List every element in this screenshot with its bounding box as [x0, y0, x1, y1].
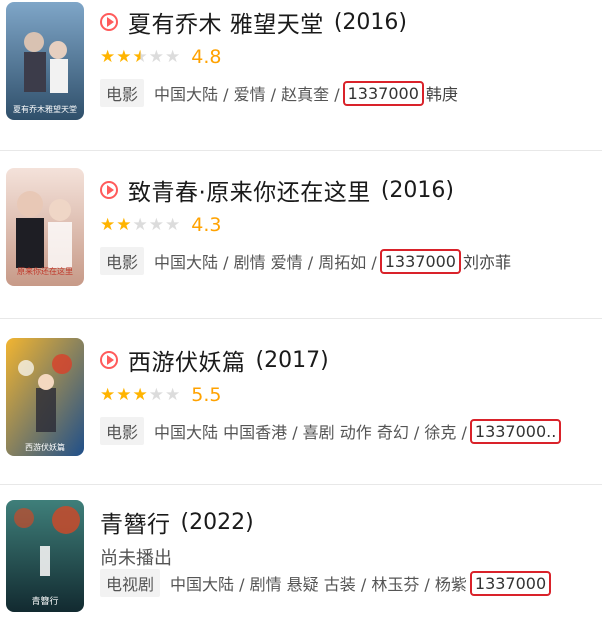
- type-badge: 电视剧: [100, 569, 161, 597]
- list-item[interactable]: 原来你还在这里 致青春·原来你还在这里 (2016) ★ ★ ★ ★ ★ 4.3…: [0, 168, 602, 308]
- rating-score: 4.3: [191, 214, 222, 236]
- poster-image[interactable]: 原来你还在这里: [6, 168, 84, 286]
- star-half-icon: ★: [132, 46, 148, 67]
- title-row: 夏有乔木 雅望天堂 (2016): [100, 4, 407, 40]
- star-empty-icon: ★: [148, 384, 164, 405]
- poster-image[interactable]: 青簪行: [6, 500, 84, 612]
- poster-title-text: 西游伏妖篇: [25, 442, 65, 452]
- meta-row: 电影 中国大陆 中国香港 / 喜剧 动作 奇幻 / 徐克 / 1337000..: [100, 417, 563, 445]
- divider: [0, 484, 602, 485]
- movie-title[interactable]: 西游伏妖篇: [128, 343, 246, 377]
- star-icon: ★: [116, 214, 132, 235]
- list-item[interactable]: 青簪行 青簪行 (2022) 尚未播出 电视剧 中国大陆 / 剧情 悬疑 古装 …: [0, 500, 602, 628]
- meta-row: 电影 中国大陆 / 爱情 / 赵真奎 / 1337000 韩庚: [100, 79, 458, 107]
- meta-row: 电影 中国大陆 / 剧情 爱情 / 周拓如 / 1337000 刘亦菲: [100, 247, 511, 275]
- meta-row: 电视剧 中国大陆 / 剧情 悬疑 古装 / 林玉芬 / 杨紫 1337000: [100, 569, 553, 597]
- play-icon[interactable]: [100, 181, 118, 199]
- poster-image[interactable]: 夏有乔木雅望天堂: [6, 2, 84, 120]
- title-row: 青簪行 (2022): [100, 504, 254, 540]
- rating-row: ★ ★ ★ ★ ★ 4.3: [100, 212, 221, 238]
- star-rating: ★ ★ ★ ★ ★: [100, 46, 181, 67]
- movie-year: (2016): [380, 177, 454, 203]
- poster-title-text: 原来你还在这里: [17, 266, 73, 276]
- list-item[interactable]: 夏有乔木雅望天堂 夏有乔木 雅望天堂 (2016) ★ ★ ★ ★ ★ 4.8 …: [0, 0, 602, 140]
- star-empty-icon: ★: [132, 214, 148, 235]
- movie-year: (2022): [180, 509, 254, 535]
- movie-title[interactable]: 青簪行: [100, 505, 171, 539]
- star-icon: ★: [100, 46, 116, 67]
- star-icon: ★: [132, 384, 148, 405]
- meta-text: 中国大陆 / 剧情 悬疑 古装 / 林玉芬 / 杨紫: [170, 575, 467, 594]
- rating-row: ★ ★ ★ ★ ★ 4.8: [100, 44, 221, 70]
- meta-text: 中国大陆 中国香港 / 喜剧 动作 奇幻 / 徐克 /: [154, 423, 467, 442]
- star-rating: ★ ★ ★ ★ ★: [100, 214, 181, 235]
- star-icon: ★: [100, 214, 116, 235]
- title-row: 西游伏妖篇 (2017): [100, 342, 329, 378]
- play-icon[interactable]: [100, 351, 118, 369]
- type-badge: 电影: [100, 79, 145, 107]
- type-badge: 电影: [100, 247, 145, 275]
- title-row: 致青春·原来你还在这里 (2016): [100, 172, 454, 208]
- rating-score: 5.5: [191, 384, 222, 406]
- rating-row: ★ ★ ★ ★ ★ 5.5: [100, 382, 221, 408]
- meta-tail: 韩庚: [425, 85, 458, 104]
- star-icon: ★: [100, 384, 116, 405]
- movie-list: 夏有乔木雅望天堂 夏有乔木 雅望天堂 (2016) ★ ★ ★ ★ ★ 4.8 …: [0, 0, 602, 628]
- divider: [0, 150, 602, 151]
- meta-text: 中国大陆 / 剧情 爱情 / 周拓如 /: [154, 253, 377, 272]
- star-icon: ★: [116, 384, 132, 405]
- release-status: 尚未播出: [100, 548, 172, 569]
- meta-text: 中国大陆 / 爱情 / 赵真奎 /: [154, 85, 340, 104]
- play-icon[interactable]: [100, 13, 118, 31]
- poster-title-text: 青簪行: [31, 595, 58, 607]
- poster-image[interactable]: 西游伏妖篇: [6, 338, 84, 456]
- id-highlight: 1337000: [379, 248, 461, 274]
- movie-title[interactable]: 致青春·原来你还在这里: [128, 173, 371, 207]
- divider: [0, 318, 602, 319]
- rating-score: 4.8: [191, 46, 222, 68]
- id-highlight: 1337000: [342, 80, 424, 106]
- movie-title[interactable]: 夏有乔木 雅望天堂: [128, 5, 324, 39]
- star-rating: ★ ★ ★ ★ ★: [100, 384, 181, 405]
- star-empty-icon: ★: [165, 214, 181, 235]
- star-empty-icon: ★: [165, 384, 181, 405]
- type-badge: 电影: [100, 417, 145, 445]
- id-highlight: 1337000: [469, 570, 552, 596]
- poster-title-text: 夏有乔木雅望天堂: [13, 104, 77, 114]
- movie-year: (2016): [333, 9, 407, 35]
- star-icon: ★: [116, 46, 132, 67]
- star-empty-icon: ★: [148, 214, 164, 235]
- star-empty-icon: ★: [148, 46, 164, 67]
- list-item[interactable]: 西游伏妖篇 西游伏妖篇 (2017) ★ ★ ★ ★ ★ 5.5 电影 中国大陆…: [0, 338, 602, 478]
- id-highlight: 1337000..: [469, 418, 562, 444]
- star-empty-icon: ★: [165, 46, 181, 67]
- meta-tail: 刘亦菲: [462, 253, 511, 272]
- movie-year: (2017): [255, 347, 329, 373]
